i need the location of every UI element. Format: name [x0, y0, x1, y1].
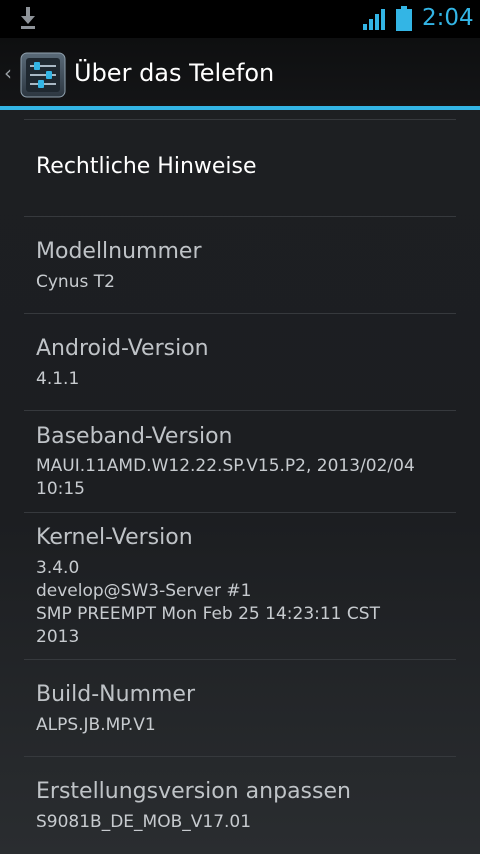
list-item-legal[interactable]: Rechtliche Hinweise	[0, 120, 480, 216]
page-title: Über das Telefon	[74, 59, 275, 87]
list-item-model-number[interactable]: Modellnummer Cynus T2	[0, 217, 480, 313]
list-item-summary: 4.1.1	[36, 369, 80, 389]
list-item-title: Baseband-Version	[36, 424, 233, 449]
download-icon	[21, 7, 35, 29]
list-item-title: Erstellungsversion anpassen	[36, 779, 351, 804]
list-item-title: Android-Version	[36, 336, 209, 361]
list-item-summary: 3.4.0 develop@SW3-Server #1 SMP PREEMPT …	[36, 558, 380, 647]
list-item-summary: S9081B_DE_MOB_V17.01	[36, 812, 252, 832]
list-item-summary: Cynus T2	[36, 272, 115, 292]
battery-icon	[396, 6, 412, 31]
settings-list[interactable]: Rechtliche Hinweise Modellnummer Cynus T…	[0, 110, 480, 854]
clock: 2:04	[422, 5, 474, 31]
action-bar: ‹ Über das Telefon	[0, 38, 480, 106]
list-item-android-version[interactable]: Android-Version 4.1.1	[0, 314, 480, 410]
status-bar: 2:04	[0, 0, 480, 38]
up-chevron-icon[interactable]: ‹	[4, 61, 12, 85]
list-item-custom-build-version[interactable]: Erstellungsversion anpassen S9081B_DE_MO…	[0, 757, 480, 854]
list-item-title: Kernel-Version	[36, 525, 193, 550]
list-item-title: Build-Nummer	[36, 682, 196, 707]
list-item-summary: MAUI.11AMD.W12.22.SP.V15.P2, 2013/02/04 …	[36, 456, 415, 499]
list-item-build-number[interactable]: Build-Nummer ALPS.JB.MP.V1	[0, 660, 480, 756]
list-item-kernel-version[interactable]: Kernel-Version 3.4.0 develop@SW3-Server …	[0, 513, 480, 659]
signal-icon	[363, 9, 385, 30]
list-item-baseband-version[interactable]: Baseband-Version MAUI.11AMD.W12.22.SP.V1…	[0, 411, 480, 511]
list-item-title: Rechtliche Hinweise	[36, 154, 257, 179]
settings-icon[interactable]	[20, 52, 66, 98]
list-item-summary: ALPS.JB.MP.V1	[36, 715, 156, 735]
list-item-title: Modellnummer	[36, 239, 202, 264]
